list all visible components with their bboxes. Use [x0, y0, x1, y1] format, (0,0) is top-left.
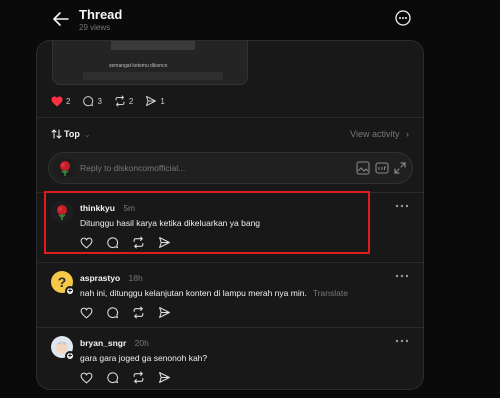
post-media[interactable]: semangat ketemu dikonco: [52, 41, 248, 85]
comment-actions: [80, 306, 184, 320]
send-icon: [159, 307, 170, 318]
repost-icon: [115, 95, 125, 107]
comment-button[interactable]: 3: [82, 95, 102, 107]
avatar-current-user: [54, 157, 76, 179]
view-count: 29 views: [79, 23, 111, 32]
more-options-icon[interactable]: [394, 9, 412, 27]
gif-icon[interactable]: [375, 161, 389, 175]
comment-actions: [80, 371, 184, 385]
expand-icon[interactable]: [393, 161, 407, 175]
comment-text-row: nah ini, ditunggu kelanjutan konten di l…: [80, 288, 348, 298]
comment-item: ? + asprastyo 18h nah ini, ditunggu kela…: [37, 262, 423, 327]
image-icon[interactable]: [356, 161, 370, 175]
repost-icon: [133, 371, 144, 384]
sort-icon: [51, 129, 62, 139]
repost-count: 2: [128, 96, 134, 106]
heart-filled-icon: [51, 96, 63, 106]
comment-icon: [83, 96, 94, 107]
media-caption: semangat ketemu dikonco: [109, 63, 168, 69]
more-dots-icon[interactable]: [395, 338, 409, 344]
media-laptop-base: [83, 72, 223, 80]
reply-input[interactable]: [80, 159, 320, 177]
comment-author[interactable]: asprastyo 18h: [80, 273, 143, 283]
reply-composer: [48, 152, 413, 184]
more-dots-icon[interactable]: [395, 203, 409, 209]
send-icon: [146, 96, 157, 106]
comment-text: nah ini, ditunggu kelanjutan konten di l…: [80, 288, 307, 298]
chevron-right-icon: ›: [406, 129, 409, 139]
sort-label: Top: [64, 129, 80, 139]
media-laptop-screen: [111, 41, 195, 50]
heart-icon: [80, 307, 93, 319]
sort-dropdown[interactable]: Top ⌄: [51, 129, 91, 139]
divider: [37, 117, 423, 118]
share-count: 1: [160, 96, 165, 106]
comment-icon: [107, 372, 119, 384]
repost-button[interactable]: 2: [114, 95, 133, 107]
share-button[interactable]: [158, 306, 172, 320]
thread-header: Thread 29 views: [0, 0, 500, 40]
send-icon: [159, 372, 170, 383]
share-button[interactable]: [158, 371, 172, 385]
follow-plus-icon[interactable]: +: [65, 351, 75, 361]
like-button[interactable]: [80, 306, 94, 320]
chevron-down-icon: ⌄: [83, 129, 91, 139]
comment-text: gara gara joged ga senonoh kah?: [80, 353, 208, 363]
username: asprastyo: [80, 273, 121, 283]
view-activity-label: View activity: [350, 129, 400, 139]
comment-icon: [107, 307, 119, 319]
reply-button[interactable]: [106, 371, 120, 385]
comment-author[interactable]: bryan_sngr 20h: [80, 338, 149, 348]
repost-icon: [133, 306, 144, 319]
translate-link[interactable]: Translate: [313, 288, 348, 298]
follow-plus-icon[interactable]: +: [65, 286, 75, 296]
timestamp: 18h: [128, 273, 143, 283]
rose-avatar-icon: [54, 157, 76, 179]
timestamp: 20h: [134, 338, 149, 348]
highlight-box: [44, 191, 370, 254]
like-button[interactable]: [80, 371, 94, 385]
username: bryan_sngr: [80, 338, 127, 348]
repost-button[interactable]: [132, 306, 146, 320]
reply-button[interactable]: [106, 306, 120, 320]
heart-icon: [80, 372, 93, 384]
like-button[interactable]: 2: [51, 96, 70, 107]
share-button[interactable]: 1: [145, 95, 165, 107]
repost-button[interactable]: [132, 371, 146, 385]
back-arrow-icon[interactable]: [51, 9, 71, 29]
view-activity-link[interactable]: View activity ›: [350, 129, 409, 139]
post-stats: 2 3 2 1: [51, 94, 177, 108]
comment-item: + bryan_sngr 20h gara gara joged ga seno…: [37, 327, 423, 389]
like-count: 2: [66, 96, 71, 106]
comment-count: 3: [97, 96, 102, 106]
page-title: Thread: [79, 7, 123, 22]
more-dots-icon[interactable]: [395, 273, 409, 279]
